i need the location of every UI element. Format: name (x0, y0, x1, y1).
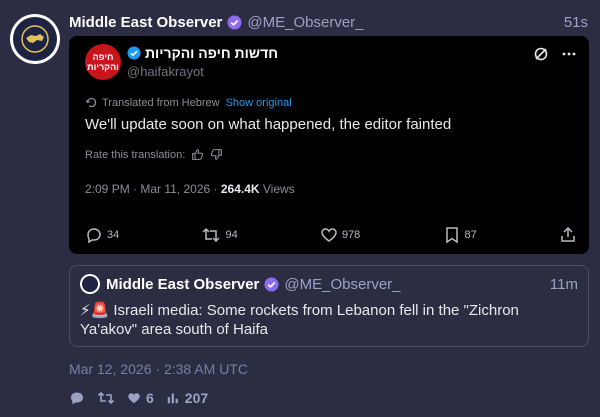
heart-icon (321, 228, 337, 242)
like-stat[interactable]: 6 (127, 390, 154, 406)
reply-icon (87, 228, 101, 244)
source-name[interactable]: חדשות חיפה והקריות (145, 45, 278, 61)
repost-button[interactable]: 94 (201, 226, 238, 244)
retweet-icon (97, 391, 115, 405)
quoted-post-header: Middle East Observer @ME_Observer_ 11m (80, 274, 578, 294)
like-stat-count: 6 (146, 390, 154, 406)
globe-logo-icon (21, 25, 49, 53)
reply-button[interactable]: 34 (85, 226, 119, 244)
rate-translation: Rate this translation: (85, 148, 223, 161)
embed-top-icons (533, 46, 577, 62)
reply-stat[interactable] (69, 390, 85, 406)
heart-filled-icon (128, 393, 140, 404)
translate-icon (86, 97, 97, 108)
show-original-link[interactable]: Show original (226, 97, 292, 109)
post-time[interactable]: 51s (564, 14, 588, 31)
views-stat-count: 207 (184, 390, 209, 406)
source-handle[interactable]: @haifakrayot (127, 64, 204, 79)
translated-label: Translated from Hebrew (102, 96, 220, 109)
source-name-row: חדשות חיפה והקריות (127, 45, 278, 61)
embed-timestamp-text[interactable]: 2:09 PM · Mar 11, 2026 · (85, 182, 221, 196)
quoted-post-time[interactable]: 11m (550, 276, 578, 293)
post-stats: 6 207 (69, 390, 208, 406)
source-avatar-text: חיפה והקריות (87, 52, 119, 72)
bookmark-button[interactable]: 87 (443, 226, 477, 244)
quoted-post[interactable]: Middle East Observer @ME_Observer_ 11m ⚡… (69, 265, 589, 347)
verified-badge-icon (227, 14, 242, 30)
profile-avatar[interactable] (10, 14, 60, 64)
embed-text: We'll update soon on what happened, the … (85, 116, 452, 133)
post-date[interactable]: Mar 12, 2026 · 2:38 AM UTC (69, 361, 248, 377)
embedded-tweet[interactable]: חיפה והקריות חדשות חיפה והקריות @haifakr… (69, 36, 589, 254)
post-header: Middle East Observer @ME_Observer_ 51s (69, 12, 588, 32)
grok-icon[interactable] (533, 46, 549, 62)
retweet-stat[interactable] (97, 390, 115, 406)
like-count: 978 (341, 229, 361, 241)
views-stat[interactable]: 207 (166, 390, 208, 406)
thumbs-down-icon[interactable] (210, 148, 223, 161)
verified-blue-icon (127, 46, 141, 60)
views-label: Views (259, 182, 295, 196)
translation-notice: Translated from Hebrew Show original (85, 96, 292, 109)
rate-label: Rate this translation: (85, 148, 186, 161)
bookmark-icon (445, 227, 458, 244)
share-button[interactable] (559, 226, 577, 244)
bookmark-count: 87 (464, 229, 477, 241)
thumbs-up-icon[interactable] (191, 148, 204, 161)
quoted-author-handle[interactable]: @ME_Observer_ (284, 276, 400, 293)
author-name[interactable]: Middle East Observer (69, 14, 222, 31)
views-count: 264.4K (220, 182, 260, 196)
comment-icon (71, 392, 83, 405)
embed-timestamp: 2:09 PM · Mar 11, 2026 · 264.4K Views (85, 182, 295, 196)
repost-count: 94 (225, 229, 238, 241)
reply-count: 34 (107, 229, 120, 241)
author-handle[interactable]: @ME_Observer_ (247, 14, 363, 31)
quoted-author-avatar[interactable] (80, 274, 100, 294)
share-icon (561, 226, 575, 242)
repost-icon (202, 227, 220, 243)
quoted-post-text: ⚡🚨 Israeli media: Some rockets from Leba… (80, 302, 519, 338)
like-button[interactable]: 978 (320, 226, 360, 244)
quoted-author-name[interactable]: Middle East Observer (106, 276, 259, 293)
more-options-icon[interactable] (561, 46, 577, 62)
source-avatar[interactable]: חיפה והקריות (85, 44, 121, 80)
verified-badge-icon (264, 276, 279, 292)
embed-action-bar: 34 94 978 87 (85, 226, 577, 244)
bar-chart-icon (167, 393, 178, 404)
